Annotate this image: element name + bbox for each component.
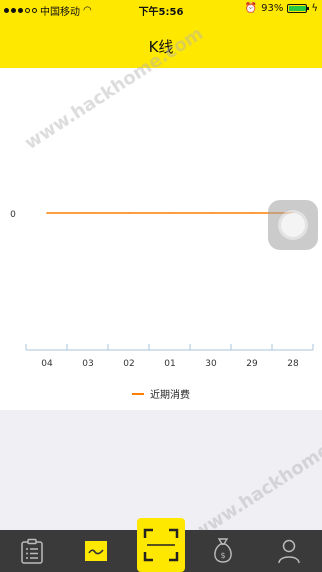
- series-point: [46, 212, 48, 214]
- svg-text:$: $: [220, 551, 225, 560]
- battery-percent: 93%: [261, 3, 284, 14]
- scan-frame-icon: [143, 528, 179, 562]
- x-tick-label: 01: [164, 359, 175, 369]
- series-point: [128, 212, 130, 214]
- alarm-icon: ⏰: [244, 3, 258, 14]
- money-bag-icon: $: [214, 538, 232, 563]
- x-tick-label: 02: [123, 359, 134, 369]
- clipboard-list-icon: [21, 538, 43, 564]
- x-tick-label: 03: [82, 359, 93, 369]
- top-bar: 中国移动 ◠ 下午5:56 ⏰ 93% ϟ K线: [0, 0, 322, 68]
- tab-kline[interactable]: [74, 530, 118, 572]
- watermark: www.hackhome.com: [189, 413, 322, 544]
- series-point: [169, 212, 171, 214]
- person-icon: [278, 539, 300, 564]
- charging-icon: ϟ: [311, 3, 318, 14]
- page-title: K线: [148, 38, 174, 56]
- x-tick-label: 29: [246, 359, 258, 369]
- tab-money[interactable]: $: [198, 530, 248, 572]
- status-right: ⏰ 93% ϟ: [245, 3, 318, 14]
- scan-button[interactable]: [137, 518, 185, 572]
- assistive-touch-button[interactable]: [268, 200, 318, 250]
- x-tick-label: 30: [205, 359, 217, 369]
- assistive-touch-icon: [281, 213, 305, 237]
- tab-list[interactable]: [10, 530, 54, 572]
- y-tick-label: 0: [10, 210, 16, 220]
- x-tick-label: 04: [41, 359, 53, 369]
- battery-icon: [287, 4, 310, 13]
- legend-swatch: [132, 392, 144, 395]
- series-point: [210, 212, 212, 214]
- kline-chart-icon: [85, 541, 107, 561]
- chart-legend: 近期消费: [0, 386, 322, 401]
- x-tick-label: 28: [287, 359, 299, 369]
- series-point: [251, 212, 253, 214]
- status-bar: 中国移动 ◠ 下午5:56 ⏰ 93% ϟ: [0, 0, 322, 18]
- series-point: [87, 212, 89, 214]
- tab-profile[interactable]: [266, 530, 312, 572]
- legend-label: 近期消费: [150, 390, 190, 401]
